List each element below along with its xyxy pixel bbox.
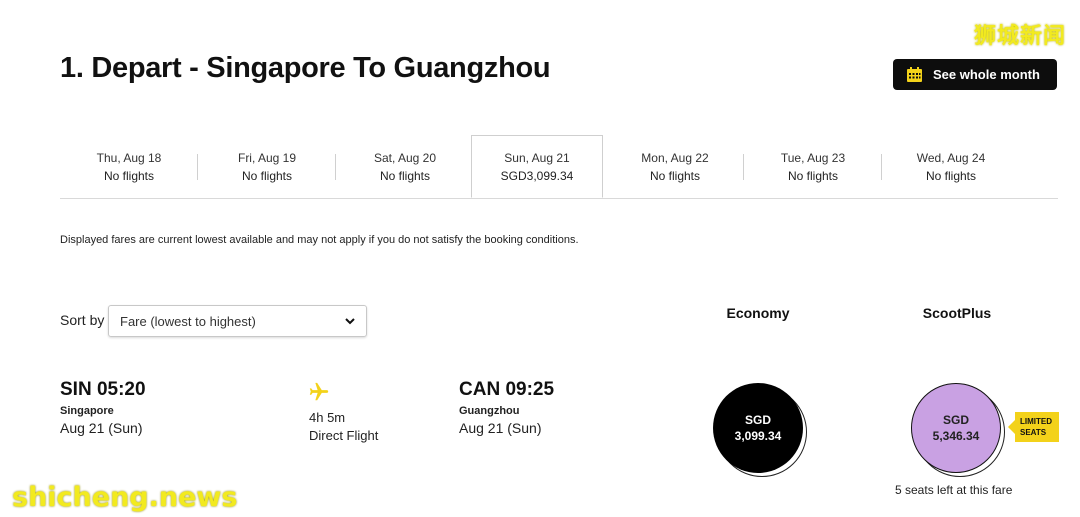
arrive-city: Guangzhou [459,405,520,417]
date-tab-day: Fri, Aug 19 [237,151,297,165]
economy-column-header: Economy [726,305,790,321]
date-tab-day: Sat, Aug 20 [373,151,437,165]
date-tab-fare: SGD3,099.34 [500,168,574,183]
date-tabs: Thu, Aug 18 No flights Fri, Aug 19 No fl… [60,135,1058,199]
date-tab-aug-18[interactable]: Thu, Aug 18 No flights [60,136,198,198]
limited-badge-line2: SEATS [1020,428,1047,437]
economy-price: 3,099.34 [734,429,782,443]
date-tab-aug-19[interactable]: Fri, Aug 19 No flights [198,136,336,198]
date-tab-fare: No flights [241,169,293,183]
flight-duration: 4h 5m [309,410,346,425]
date-tab-day: Thu, Aug 18 [96,151,162,165]
depart-time: SIN 05:20 [60,379,146,400]
date-tab-aug-22[interactable]: Mon, Aug 22 No flights [606,136,744,198]
fare-disclaimer: Displayed fares are current lowest avail… [60,234,579,246]
page-title: 1. Depart - Singapore To Guangzhou [60,52,551,84]
limited-badge-line1: LIMITED [1020,417,1052,426]
sort-select[interactable]: Fare (lowest to highest) [108,305,367,337]
arrive-time: CAN 09:25 [459,379,555,400]
date-tab-fare: No flights [925,169,977,183]
date-tab-aug-21-selected[interactable]: Sun, Aug 21 SGD3,099.34 [471,135,603,198]
sort-label: Sort by [60,312,105,328]
date-tab-day: Mon, Aug 22 [641,151,709,165]
depart-city: Singapore [60,405,114,417]
watermark-bottom: shicheng.news [12,482,238,513]
scootplus-currency: SGD [942,413,969,427]
scootplus-price: 5,346.34 [932,429,980,443]
date-tab-aug-24[interactable]: Wed, Aug 24 No flights [882,136,1020,198]
date-tab-fare: No flights [649,169,701,183]
calendar-icon [906,66,923,83]
arrive-date: Aug 21 (Sun) [459,420,542,436]
seats-left-note: 5 seats left at this fare [895,483,1013,497]
date-tab-fare: No flights [103,169,155,183]
sort-selected-value: Fare (lowest to highest) [120,313,256,329]
date-tab-day: Wed, Aug 24 [916,151,986,165]
date-tab-day: Tue, Aug 23 [780,151,846,165]
see-whole-month-button[interactable]: See whole month [893,59,1057,90]
chevron-down-icon [344,315,356,327]
date-tab-fare: No flights [787,169,839,183]
economy-currency: SGD [744,413,771,427]
depart-date: Aug 21 (Sun) [60,420,143,436]
scootplus-fare-button[interactable]: SGD 5,346.34 [911,383,1001,473]
see-whole-month-label: See whole month [933,67,1040,82]
date-tab-fare: No flights [379,169,431,183]
scootplus-column-header: ScootPlus [922,305,992,321]
date-tab-aug-20[interactable]: Sat, Aug 20 No flights [336,136,474,198]
plane-icon [308,381,330,403]
flight-stops: Direct Flight [309,428,379,443]
date-tab-aug-23[interactable]: Tue, Aug 23 No flights [744,136,882,198]
watermark-top: 狮城新闻 [973,23,1066,48]
date-tab-day: Sun, Aug 21 [504,150,570,165]
economy-fare-button[interactable]: SGD 3,099.34 [713,383,803,473]
limited-seats-badge: LIMITED SEATS [1008,412,1059,442]
